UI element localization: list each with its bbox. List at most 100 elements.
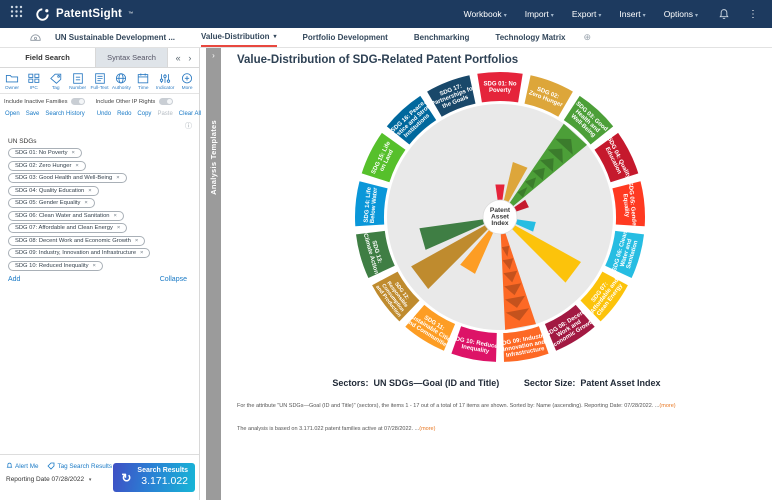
- remove-filter-icon[interactable]: ×: [75, 163, 78, 169]
- search-panel-footer: Alert Me Tag Search Results Reporting Da…: [0, 454, 199, 500]
- alert-bell-icon: [6, 462, 13, 470]
- search-panel: Field Search Syntax Search « › OwnerIPCT…: [0, 48, 200, 500]
- toggle-inactive-families-switch[interactable]: [71, 98, 85, 105]
- remove-filter-icon[interactable]: ×: [72, 150, 75, 156]
- filter-pill[interactable]: SDG 10: Reduced Inequality×: [8, 261, 103, 271]
- filter-pill[interactable]: SDG 05: Gender Equality×: [8, 198, 95, 208]
- collapse-filters-link[interactable]: Collapse: [160, 276, 187, 283]
- caret-down-icon: ▾: [598, 13, 601, 19]
- search-results-button[interactable]: ↻ Search Results 3.171.022: [113, 463, 195, 492]
- search-action-links: Open Save Search History Undo Redo Copy Paste C…: [0, 108, 199, 120]
- link-copy[interactable]: Copy: [137, 111, 151, 117]
- remove-filter-icon[interactable]: ×: [114, 213, 117, 219]
- more-link[interactable]: (more): [419, 426, 435, 432]
- toggle-inactive-families: Include Inactive Families: [4, 98, 85, 105]
- collapse-panel-icon[interactable]: «: [176, 53, 181, 63]
- tool-time[interactable]: Time: [132, 72, 154, 91]
- time-icon: [136, 72, 150, 85]
- info-icon[interactable]: ⓘ: [185, 123, 192, 130]
- toggle-other-ip-rights-switch[interactable]: [159, 98, 173, 105]
- link-clear-all[interactable]: Clear All: [179, 111, 201, 117]
- link-open[interactable]: Open: [5, 111, 20, 117]
- remove-filter-icon[interactable]: ×: [88, 188, 91, 194]
- sheet-tab-benchmarking[interactable]: Benchmarking: [414, 28, 470, 47]
- analysis-templates-label: Analysis Templates: [209, 120, 218, 195]
- alert-me-link[interactable]: Alert Me: [6, 462, 38, 470]
- tab-syntax-search[interactable]: Syntax Search: [96, 48, 168, 67]
- caret-down-icon: ▾: [695, 13, 698, 19]
- remove-filter-icon[interactable]: ×: [84, 200, 87, 206]
- tool-indicator[interactable]: Indicator: [154, 72, 176, 91]
- owner-icon: [5, 72, 19, 85]
- tool-tag[interactable]: Tag: [45, 72, 67, 91]
- menu-workbook[interactable]: Workbook▾: [464, 9, 507, 19]
- menu-export[interactable]: Export▾: [572, 9, 602, 19]
- tool-more[interactable]: More: [176, 72, 198, 91]
- app-launcher-icon[interactable]: [10, 5, 23, 23]
- sectors-value: UN SDGs—Goal (ID and Title): [373, 378, 499, 388]
- add-filter-link[interactable]: Add: [8, 276, 20, 283]
- filter-pill[interactable]: SDG 02: Zero Hunger×: [8, 161, 86, 171]
- sheet-tab-technology-matrix[interactable]: Technology Matrix: [495, 28, 565, 47]
- filter-pill[interactable]: SDG 06: Clean Water and Sanitation×: [8, 211, 124, 221]
- remove-filter-icon[interactable]: ×: [135, 238, 138, 244]
- remove-filter-icon[interactable]: ×: [92, 263, 95, 269]
- sheet-tab-value-distribution[interactable]: Value-Distribution▾: [201, 28, 276, 47]
- value-distribution-chart[interactable]: SDG 01: NoPovertySDG 02:Zero HungerSDG 0…: [320, 55, 680, 375]
- filter-pill[interactable]: SDG 03: Good Health and Well-Being×: [8, 173, 127, 183]
- sheet-tab-portfolio-development[interactable]: Portfolio Development: [303, 28, 388, 47]
- filter-pill[interactable]: SDG 07: Affordable and Clean Energy×: [8, 223, 127, 233]
- link-search-history[interactable]: Search History: [45, 111, 84, 117]
- link-save[interactable]: Save: [26, 111, 40, 117]
- sectors-label: Sectors:: [332, 378, 368, 388]
- toggle-row: Include Inactive Families Include Other …: [0, 94, 199, 108]
- forward-icon[interactable]: ›: [188, 53, 191, 63]
- trademark: ™: [128, 11, 133, 17]
- tool-fulltext[interactable]: Full-Text: [89, 72, 111, 91]
- notifications-bell-icon[interactable]: [718, 8, 730, 21]
- tool-ipc[interactable]: IPC: [23, 72, 45, 91]
- tag-search-results-link[interactable]: Tag Search Results: [47, 462, 112, 470]
- tool-number[interactable]: Number: [67, 72, 89, 91]
- caret-down-icon: ▾: [504, 13, 507, 19]
- chart-legend: Sectors: UN SDGs—Goal (ID and Title) Sec…: [221, 378, 772, 388]
- indicator-icon: [158, 72, 172, 85]
- more-link[interactable]: (more): [659, 403, 675, 409]
- sheet-tab-un-sustainable-development[interactable]: UN Sustainable Development ...: [55, 28, 175, 47]
- workbook-icon[interactable]: [30, 33, 41, 43]
- filter-pill[interactable]: SDG 08: Decent Work and Economic Growth×: [8, 236, 145, 246]
- topbar-menus: Workbook▾ Import▾ Export▾ Insert▾ Options▾: [464, 9, 698, 19]
- link-redo[interactable]: Redo: [117, 111, 131, 117]
- tab-field-search[interactable]: Field Search: [0, 48, 96, 67]
- remove-filter-icon[interactable]: ×: [117, 225, 120, 231]
- expand-templates-icon[interactable]: ›: [212, 51, 215, 60]
- caret-down-icon: ▾: [643, 13, 646, 19]
- menu-options[interactable]: Options▾: [664, 9, 698, 19]
- main-content: Value-Distribution of SDG-Related Patent…: [221, 48, 772, 500]
- filter-pill[interactable]: SDG 01: No Poverty×: [8, 148, 82, 158]
- search-panel-tabs: Field Search Syntax Search « ›: [0, 48, 199, 68]
- filter-pill[interactable]: SDG 04: Quality Education×: [8, 186, 99, 196]
- menu-import[interactable]: Import▾: [525, 9, 554, 19]
- info-row: ⓘ: [0, 120, 199, 131]
- add-sheet-icon[interactable]: ⊕: [584, 32, 592, 43]
- menu-insert[interactable]: Insert▾: [619, 9, 645, 19]
- filter-pill-list: SDG 01: No Poverty× SDG 02: Zero Hunger× S…: [0, 148, 199, 271]
- tool-owner[interactable]: Owner: [1, 72, 23, 91]
- filter-pill[interactable]: SDG 09: Industry, Innovation and Infrast…: [8, 248, 150, 258]
- reporting-date-caret-icon: ▾: [89, 477, 92, 483]
- remove-filter-icon[interactable]: ×: [140, 250, 143, 256]
- tag-icon: [47, 462, 55, 470]
- toggle-other-ip-rights-label: Include Other IP Rights: [95, 99, 155, 105]
- brand-name: PatentSight: [56, 8, 122, 20]
- tool-authority[interactable]: Authority: [110, 72, 132, 91]
- tag-icon: [49, 72, 63, 85]
- filter-group-label: UN SDGs: [8, 138, 199, 145]
- remove-filter-icon[interactable]: ×: [116, 175, 119, 181]
- analysis-templates-rail[interactable]: › Analysis Templates: [206, 48, 221, 500]
- more-options-kebab-icon[interactable]: ⋮: [748, 9, 758, 20]
- link-paste: Paste: [157, 111, 172, 117]
- sector-size-label: Sector Size:: [524, 378, 576, 388]
- link-undo[interactable]: Undo: [97, 111, 111, 117]
- chart-footnote-2: The analysis is based on 3.171.022 paten…: [237, 426, 435, 432]
